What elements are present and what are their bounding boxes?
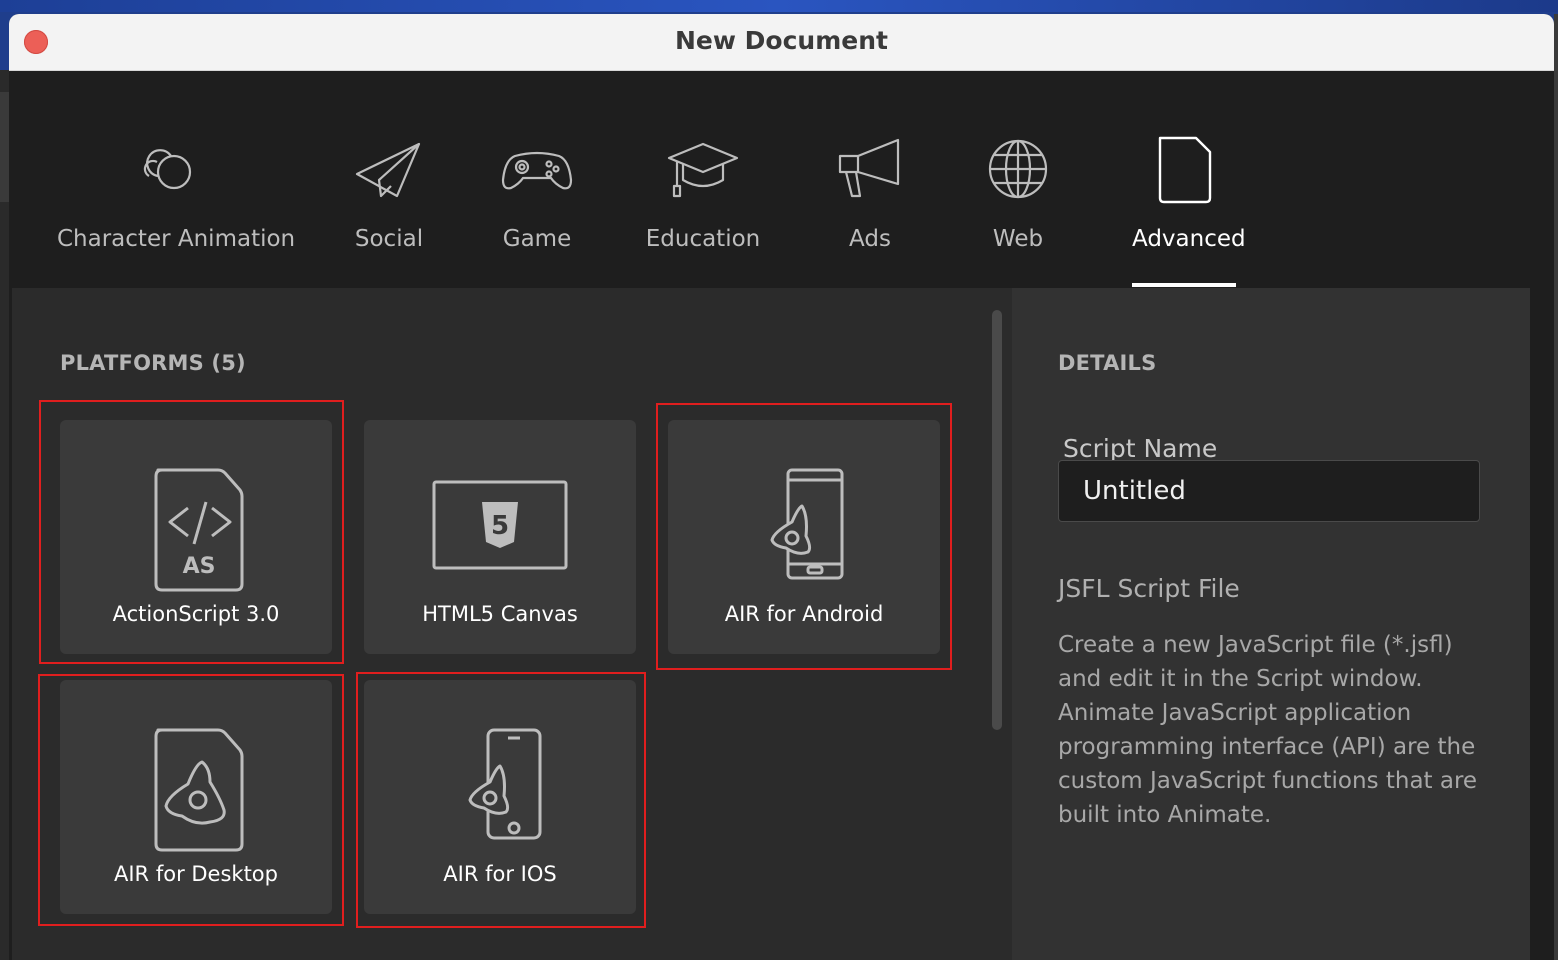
tab-label: Ads bbox=[849, 226, 891, 252]
html5-icon-text: 5 bbox=[491, 511, 509, 541]
title-bar: New Document bbox=[9, 14, 1554, 71]
platforms-panel: PLATFORMS (5) AS ActionScript 3.0 5 HTML… bbox=[12, 288, 1012, 960]
air-desktop-file-icon bbox=[60, 718, 332, 858]
file-type-description: Create a new JavaScript file (*.jsfl) an… bbox=[1058, 632, 1478, 828]
character-animation-icon bbox=[127, 134, 207, 204]
tab-education[interactable]: Education bbox=[633, 70, 773, 288]
gamepad-icon bbox=[497, 134, 577, 204]
tab-ads[interactable]: Ads bbox=[825, 70, 915, 288]
scrollbar-thumb[interactable] bbox=[992, 310, 1002, 730]
platform-tile-air-ios[interactable]: AIR for IOS bbox=[364, 680, 636, 914]
actionscript-file-icon: AS bbox=[60, 458, 332, 598]
new-document-dialog: New Document Character Animation Social bbox=[9, 14, 1554, 960]
tab-label: Character Animation bbox=[57, 226, 296, 252]
globe-icon bbox=[978, 134, 1058, 204]
tab-label: Web bbox=[992, 226, 1044, 252]
tab-character-animation[interactable]: Character Animation bbox=[57, 70, 296, 288]
platform-label: ActionScript 3.0 bbox=[112, 602, 280, 626]
android-phone-icon bbox=[668, 458, 940, 598]
tab-label: Advanced bbox=[1132, 226, 1246, 252]
document-icon bbox=[1144, 134, 1224, 204]
tab-web[interactable]: Web bbox=[973, 70, 1063, 288]
background-window-edge-right bbox=[1554, 14, 1558, 960]
tab-advanced[interactable]: Advanced bbox=[1132, 70, 1246, 288]
desktop-background-strip bbox=[0, 0, 1558, 12]
dialog-title: New Document bbox=[675, 26, 888, 55]
tab-game[interactable]: Game bbox=[487, 70, 587, 288]
ios-phone-icon bbox=[364, 718, 636, 858]
script-name-label: Script Name bbox=[1063, 434, 1218, 463]
graduation-cap-icon bbox=[663, 134, 743, 204]
tab-label: Social bbox=[354, 226, 424, 252]
platform-tile-air-desktop[interactable]: AIR for Desktop bbox=[60, 680, 332, 914]
html5-canvas-icon: 5 bbox=[364, 458, 636, 598]
background-window-edge bbox=[0, 70, 9, 960]
platform-label: AIR for Desktop bbox=[114, 862, 278, 886]
platform-tile-html5-canvas[interactable]: 5 HTML5 Canvas bbox=[364, 420, 636, 654]
tab-label: Education bbox=[645, 226, 761, 252]
paper-plane-icon bbox=[349, 134, 429, 204]
tab-label: Game bbox=[502, 226, 572, 252]
platform-tile-air-android[interactable]: AIR for Android bbox=[668, 420, 940, 654]
file-type-label: JSFL Script File bbox=[1058, 574, 1240, 603]
platform-tile-actionscript[interactable]: AS ActionScript 3.0 bbox=[60, 420, 332, 654]
platform-label: AIR for IOS bbox=[443, 862, 557, 886]
platform-label: HTML5 Canvas bbox=[422, 602, 578, 626]
script-name-input[interactable] bbox=[1058, 460, 1480, 522]
platforms-heading: PLATFORMS (5) bbox=[60, 351, 246, 375]
category-tabs: Character Animation Social Game Educatio… bbox=[9, 70, 1554, 288]
details-panel: DETAILS Script Name JSFL Script File Cre… bbox=[1012, 288, 1530, 960]
details-heading: DETAILS bbox=[1058, 351, 1157, 375]
platform-label: AIR for Android bbox=[724, 602, 884, 626]
megaphone-icon bbox=[830, 134, 910, 204]
actionscript-icon-text: AS bbox=[183, 554, 216, 579]
active-tab-indicator bbox=[1132, 283, 1236, 287]
tab-social[interactable]: Social bbox=[339, 70, 439, 288]
